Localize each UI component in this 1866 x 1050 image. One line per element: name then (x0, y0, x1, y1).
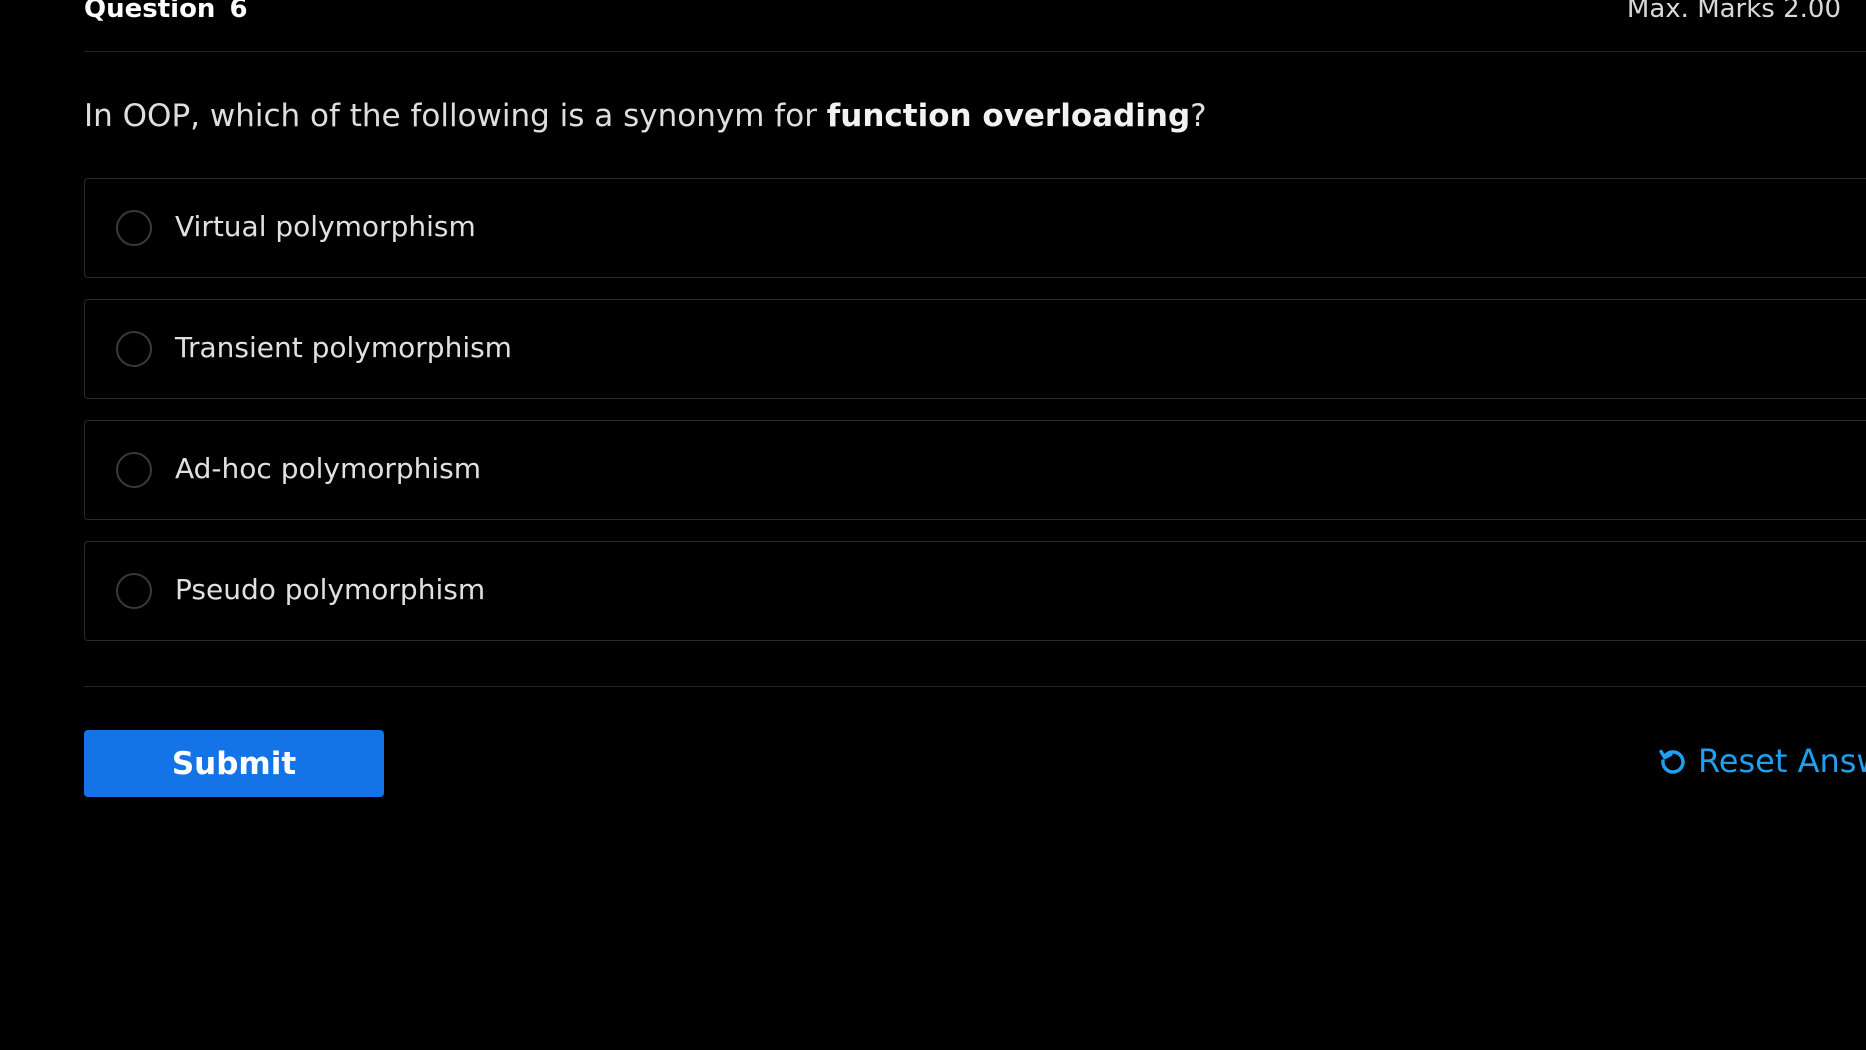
answer-option[interactable]: Ad-hoc polymorphism (84, 420, 1866, 520)
max-marks: Max. Marks 2.00 (1626, 0, 1841, 24)
answer-option[interactable]: Pseudo polymorphism (84, 541, 1866, 641)
question-text-before: In OOP, which of the following is a syno… (84, 98, 827, 134)
radio-button[interactable] (116, 573, 152, 609)
reset-answer-link[interactable]: Reset Answ (1658, 742, 1866, 780)
question-text-after: ? (1190, 98, 1207, 134)
question-label: Question (84, 0, 216, 24)
question-number: 6 (229, 0, 248, 24)
option-label: Pseudo polymorphism (175, 573, 486, 606)
submit-button[interactable]: Submit (84, 730, 384, 797)
reset-answer-label: Reset Answ (1698, 742, 1866, 780)
question-text-bold: function overloading (826, 98, 1191, 134)
divider (84, 686, 1866, 687)
option-label: Virtual polymorphism (175, 210, 476, 243)
option-label: Transient polymorphism (175, 331, 512, 364)
question-text: In OOP, which of the following is a syno… (84, 98, 1207, 134)
question-title: Question 6 (84, 0, 248, 24)
radio-button[interactable] (116, 331, 152, 367)
reset-icon (1659, 749, 1685, 774)
question-header: Question 6 Max. Marks 2.00 (84, 0, 1866, 52)
radio-button[interactable] (116, 210, 152, 246)
radio-button[interactable] (116, 452, 152, 488)
answer-option[interactable]: Transient polymorphism (84, 299, 1866, 399)
answer-options: Virtual polymorphism Transient polymorph… (84, 178, 1866, 662)
answer-option[interactable]: Virtual polymorphism (84, 178, 1866, 278)
option-label: Ad-hoc polymorphism (175, 452, 482, 485)
